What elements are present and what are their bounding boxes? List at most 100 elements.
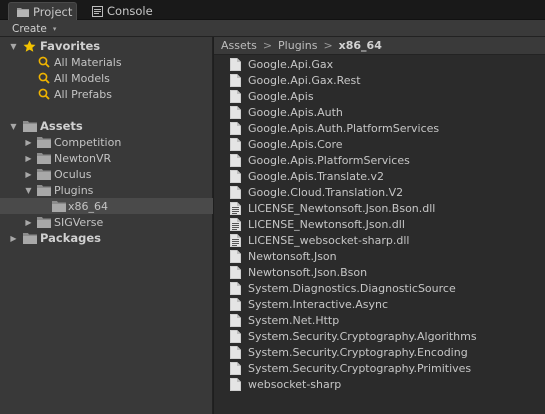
newtonvr-label: NewtonVR <box>54 151 112 165</box>
breadcrumb: Assets > Plugins > x86_64 <box>214 37 545 55</box>
create-label: Create <box>12 22 47 35</box>
file-name: LICENSE_Newtonsoft.Json.Bson.dll <box>248 201 436 215</box>
tree-item-packages[interactable]: ▶ Packages <box>0 230 213 246</box>
breadcrumb-assets[interactable]: Assets <box>221 39 257 52</box>
file-item[interactable]: Google.Apis.Core <box>230 136 343 152</box>
folder-contents: Assets > Plugins > x86_64 Google.Api.Gax… <box>214 37 545 414</box>
collapse-arrow-icon[interactable]: ▶ <box>9 234 18 243</box>
file-item[interactable]: Google.Api.Gax.Rest <box>230 72 361 88</box>
tree-item-favorites[interactable]: ▼ Favorites <box>0 38 213 54</box>
file-item[interactable]: System.Security.Cryptography.Algorithms <box>230 328 477 344</box>
tab-bar: Project Console <box>0 0 545 20</box>
file-item[interactable]: Google.Apis.PlatformServices <box>230 152 410 168</box>
file-item[interactable]: Newtonsoft.Json <box>230 248 337 264</box>
file-item[interactable]: Google.Apis <box>230 88 314 104</box>
folder-icon <box>23 232 37 244</box>
breadcrumb-separator: > <box>262 39 273 52</box>
collapse-arrow-icon[interactable]: ▶ <box>24 138 33 147</box>
tree-item-competition[interactable]: ▶ Competition <box>0 134 213 150</box>
tab-console-label: Console <box>107 4 153 18</box>
breadcrumb-separator: > <box>323 39 333 52</box>
file-icon <box>230 137 243 151</box>
expand-arrow-icon[interactable]: ▼ <box>9 122 18 131</box>
breadcrumb-current[interactable]: x86_64 <box>339 39 382 52</box>
expand-arrow-icon[interactable]: ▼ <box>24 186 33 195</box>
folder-icon <box>23 120 37 132</box>
file-item[interactable]: LICENSE_Newtonsoft.Json.Bson.dll <box>230 200 435 216</box>
folder-icon <box>37 136 51 148</box>
tree-item-all-materials[interactable]: All Materials <box>0 54 213 70</box>
file-item[interactable]: System.Net.Http <box>230 312 339 328</box>
collapse-arrow-icon[interactable]: ▶ <box>24 170 33 179</box>
text-file-icon <box>230 201 243 215</box>
file-name: Google.Apis.Auth <box>248 105 343 119</box>
chevron-down-icon: ▾ <box>52 24 57 33</box>
file-item[interactable]: Google.Cloud.Translation.V2 <box>230 184 403 200</box>
file-name: System.Net.Http <box>248 313 340 327</box>
file-item[interactable]: Google.Apis.Translate.v2 <box>230 168 384 184</box>
file-name: System.Diagnostics.DiagnosticSource <box>248 281 456 295</box>
tab-project-label: Project <box>33 4 73 19</box>
file-name: websocket-sharp <box>248 377 342 391</box>
file-item[interactable]: System.Diagnostics.DiagnosticSource <box>230 280 456 296</box>
file-item[interactable]: LICENSE_Newtonsoft.Json.dll <box>230 216 405 232</box>
all-models-label: All Models <box>54 71 110 85</box>
file-item[interactable]: Google.Api.Gax <box>230 56 333 72</box>
star-icon <box>23 40 36 53</box>
expand-arrow-icon[interactable]: ▼ <box>9 42 18 51</box>
file-item[interactable]: Newtonsoft.Json.Bson <box>230 264 367 280</box>
file-icon <box>230 361 243 375</box>
file-item[interactable]: Google.Apis.Auth.PlatformServices <box>230 120 439 136</box>
tree-item-all-models[interactable]: All Models <box>0 70 213 86</box>
tree-item-newtonvr[interactable]: ▶ NewtonVR <box>0 150 213 166</box>
file-item[interactable]: System.Interactive.Async <box>230 296 388 312</box>
collapse-arrow-icon[interactable]: ▶ <box>24 218 33 227</box>
folder-icon <box>37 184 51 196</box>
folder-icon <box>37 168 51 180</box>
project-tree: ▼ Favorites All Materials All Models All… <box>0 37 213 414</box>
favorites-label: Favorites <box>40 39 101 53</box>
tab-console[interactable]: Console <box>84 2 161 20</box>
file-name: Google.Apis.Core <box>248 137 343 151</box>
file-icon <box>230 265 243 279</box>
tree-item-x86-64[interactable]: x86_64 <box>0 198 213 214</box>
file-item[interactable]: System.Security.Cryptography.Encoding <box>230 344 468 360</box>
tree-item-assets[interactable]: ▼ Assets <box>0 118 213 134</box>
file-icon <box>230 329 243 343</box>
file-name: Google.Apis.Auth.PlatformServices <box>248 121 440 135</box>
file-item[interactable]: LICENSE_websocket-sharp.dll <box>230 232 410 248</box>
file-icon <box>230 105 243 119</box>
file-icon <box>230 249 243 263</box>
tree-item-oculus[interactable]: ▶ Oculus <box>0 166 213 182</box>
tab-project[interactable]: Project <box>8 2 77 20</box>
file-icon <box>230 297 243 311</box>
file-item[interactable]: Google.Apis.Auth <box>230 104 343 120</box>
file-icon <box>230 169 243 183</box>
file-name: Google.Api.Gax <box>248 57 334 71</box>
collapse-arrow-icon[interactable]: ▶ <box>24 154 33 163</box>
file-name: System.Security.Cryptography.Encoding <box>248 345 468 359</box>
competition-label: Competition <box>54 135 122 149</box>
file-item[interactable]: websocket-sharp <box>230 376 341 392</box>
file-icon <box>230 281 243 295</box>
text-file-icon <box>230 217 243 231</box>
file-item[interactable]: System.Security.Cryptography.Primitives <box>230 360 471 376</box>
sigverse-label: SIGVerse <box>54 215 104 229</box>
packages-label: Packages <box>40 231 101 245</box>
all-prefabs-label: All Prefabs <box>54 87 112 101</box>
breadcrumb-plugins[interactable]: Plugins <box>278 39 317 52</box>
file-icon <box>230 345 243 359</box>
file-icon <box>230 377 243 391</box>
assets-label: Assets <box>40 119 83 133</box>
file-name: Newtonsoft.Json <box>248 249 337 263</box>
tree-item-plugins[interactable]: ▼ Plugins <box>0 182 213 198</box>
file-icon <box>230 73 243 87</box>
search-icon <box>38 72 50 84</box>
file-icon <box>230 89 243 103</box>
folder-icon <box>37 216 51 228</box>
file-icon <box>230 185 243 199</box>
file-name: Newtonsoft.Json.Bson <box>248 265 368 279</box>
tree-item-sigverse[interactable]: ▶ SIGVerse <box>0 214 213 230</box>
tree-item-all-prefabs[interactable]: All Prefabs <box>0 86 213 102</box>
create-button[interactable]: Create ▾ <box>12 22 56 35</box>
